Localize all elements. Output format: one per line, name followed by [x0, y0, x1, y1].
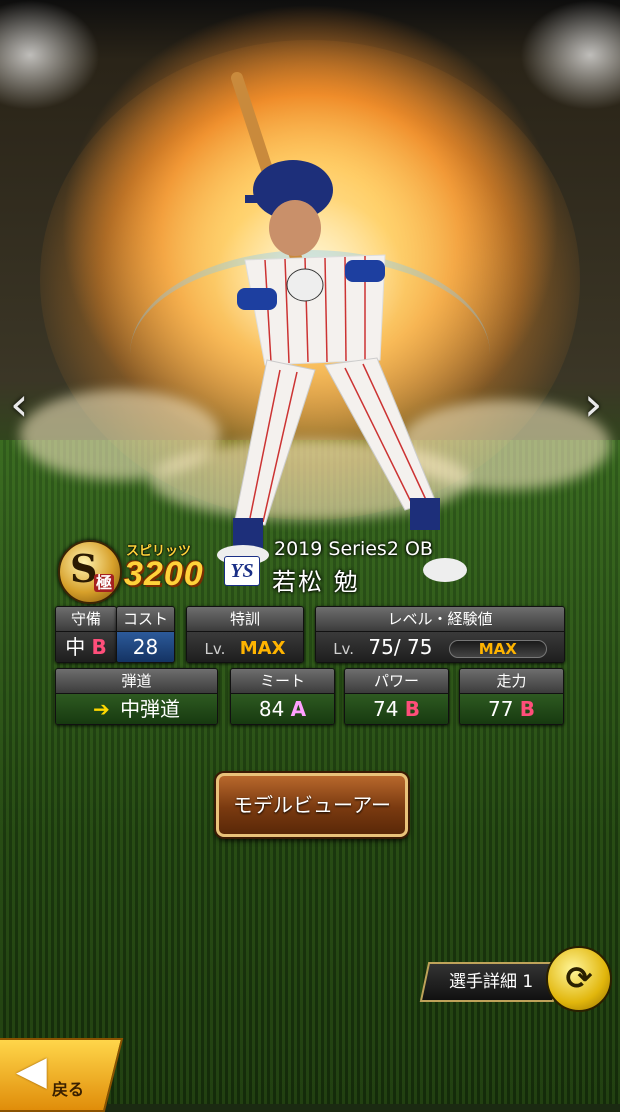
trajectory-text: 中弾道	[120, 697, 181, 721]
power-value: 74 B	[345, 694, 448, 724]
exp-gauge-text: MAX	[478, 639, 517, 658]
level-max: 75	[406, 635, 433, 659]
stadium-light-right	[520, 0, 620, 110]
rank-badge-icon: S 極	[58, 540, 122, 604]
arrow-up-right-icon: ➔	[92, 697, 110, 721]
power-header: パワー	[345, 669, 448, 694]
power-number: 74	[372, 697, 399, 721]
level-lv-label: Lv.	[333, 640, 355, 658]
defense-grade: B	[91, 635, 107, 659]
speed-panel: 走力 77 B	[459, 668, 564, 725]
trajectory-header: 弾道	[56, 669, 217, 694]
meet-value: 84 A	[231, 694, 334, 724]
speed-grade: B	[519, 697, 536, 721]
player-detail-button[interactable]: 選手詳細 1	[419, 962, 563, 1002]
series-label: 2019 Series2 OB	[274, 538, 433, 560]
power-panel: パワー 74 B	[344, 668, 449, 725]
level-header: レベル・経験値	[316, 607, 564, 632]
level-value: Lv. 75/ 75 MAX	[316, 632, 564, 662]
speed-header: 走力	[460, 669, 563, 694]
training-lv-label: Lv.	[204, 640, 226, 658]
meet-grade: A	[290, 697, 307, 721]
trajectory-panel: 弾道 ➔ 中弾道	[55, 668, 218, 725]
team-logo: YS	[224, 556, 260, 586]
defense-position: 中	[65, 635, 86, 659]
player-artwork	[217, 72, 467, 582]
level-separator: /	[393, 635, 401, 659]
stadium-light-left	[0, 0, 100, 110]
meet-header: ミート	[231, 669, 334, 694]
cost-header: コスト	[117, 607, 174, 632]
next-player-button[interactable]: ›	[584, 378, 602, 430]
defense-value: 中 B	[56, 632, 116, 662]
refresh-icon[interactable]: ⟳	[546, 946, 612, 1012]
power-grade: B	[404, 697, 421, 721]
spirit-value: 3200	[124, 555, 204, 593]
training-value: Lv. MAX	[187, 632, 303, 662]
speed-number: 77	[487, 697, 514, 721]
back-label: 戻る	[52, 1080, 85, 1099]
cost-panel: コスト 28	[116, 606, 175, 663]
rank-kanji: 極	[94, 573, 115, 592]
cost-value: 28	[117, 632, 174, 662]
speed-value: 77 B	[460, 694, 563, 724]
level-panel: レベル・経験値 Lv. 75/ 75 MAX	[315, 606, 565, 663]
prev-player-button[interactable]: ‹	[10, 378, 28, 430]
training-header: 特訓	[187, 607, 303, 632]
player-detail-label: 選手詳細 1	[448, 972, 534, 992]
defense-panel: 守備 中 B	[55, 606, 117, 663]
model-viewer-button[interactable]: モデルビューアー	[216, 773, 408, 837]
exp-gauge: MAX	[448, 639, 547, 658]
meet-panel: ミート 84 A	[230, 668, 335, 725]
meet-number: 84	[258, 697, 285, 721]
defense-header: 守備	[56, 607, 116, 632]
training-panel: 特訓 Lv. MAX	[186, 606, 304, 663]
player-name: 若松 勉	[272, 568, 360, 596]
training-max: MAX	[239, 638, 286, 659]
level-current: 75	[368, 635, 394, 659]
arrow-left-icon: ◀	[16, 1048, 47, 1094]
trajectory-value: ➔ 中弾道	[56, 694, 217, 724]
